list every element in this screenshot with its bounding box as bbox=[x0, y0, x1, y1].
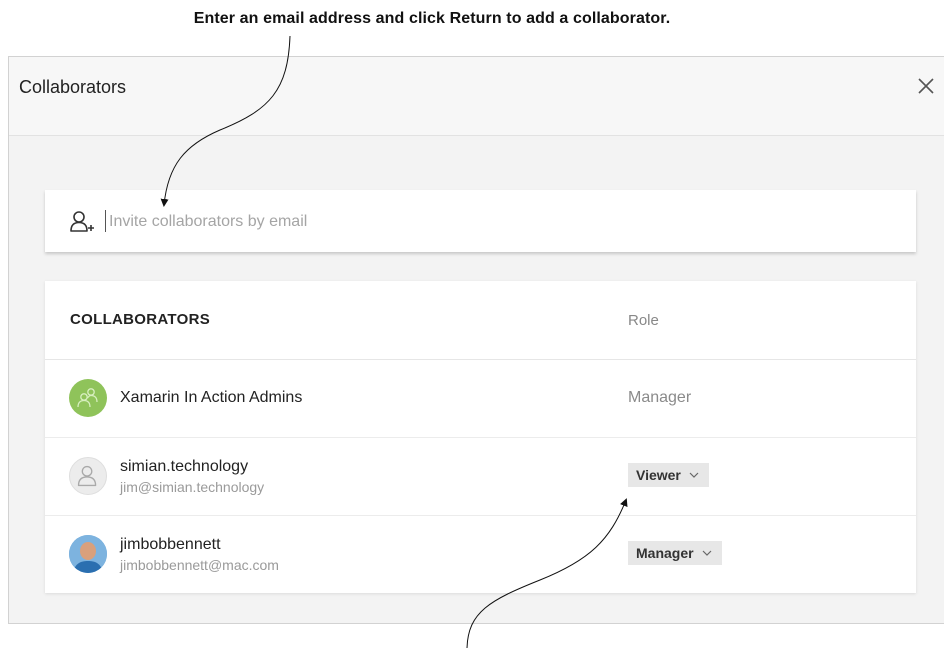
invite-email-input[interactable] bbox=[107, 204, 891, 240]
header-collaborators: COLLABORATORS bbox=[70, 311, 211, 328]
collaborator-name: simian.technology bbox=[120, 458, 249, 475]
role-dropdown-value: Viewer bbox=[636, 467, 681, 483]
top-callout-annotation: Enter an email address and click Return … bbox=[193, 10, 671, 27]
collaborators-dialog: Collaborators COLLABORATORS Role bbox=[8, 56, 944, 624]
header-role: Role bbox=[628, 312, 659, 329]
table-row: Xamarin In Action Admins Manager bbox=[45, 359, 916, 438]
table-row: jimbobbennett jimbobbennett@mac.com Mana… bbox=[45, 515, 916, 593]
dialog-header: Collaborators bbox=[9, 57, 944, 136]
add-person-icon bbox=[70, 211, 94, 232]
group-avatar-icon bbox=[69, 379, 107, 417]
table-header-row: COLLABORATORS Role bbox=[45, 281, 916, 360]
user-photo-avatar bbox=[69, 535, 107, 573]
close-icon bbox=[918, 78, 934, 94]
table-row: simian.technology jim@simian.technology … bbox=[45, 437, 916, 516]
collaborator-name: Xamarin In Action Admins bbox=[120, 389, 303, 406]
user-avatar-icon bbox=[69, 457, 107, 495]
chevron-down-icon bbox=[689, 472, 699, 478]
chevron-down-icon bbox=[702, 550, 712, 556]
collaborator-email: jimbobbennett@mac.com bbox=[120, 557, 279, 573]
role-label: Manager bbox=[628, 389, 692, 406]
dialog-title: Collaborators bbox=[19, 77, 127, 97]
close-button[interactable] bbox=[915, 75, 937, 97]
text-cursor bbox=[105, 210, 106, 232]
role-dropdown-value: Manager bbox=[636, 545, 694, 561]
collaborators-table: COLLABORATORS Role Xamarin In Action Adm… bbox=[45, 281, 916, 593]
collaborator-name: jimbobbennett bbox=[120, 536, 221, 553]
role-dropdown[interactable]: Manager bbox=[628, 541, 722, 565]
invite-field-container[interactable] bbox=[45, 190, 916, 252]
collaborator-email: jim@simian.technology bbox=[120, 479, 265, 495]
role-dropdown[interactable]: Viewer bbox=[628, 463, 709, 487]
